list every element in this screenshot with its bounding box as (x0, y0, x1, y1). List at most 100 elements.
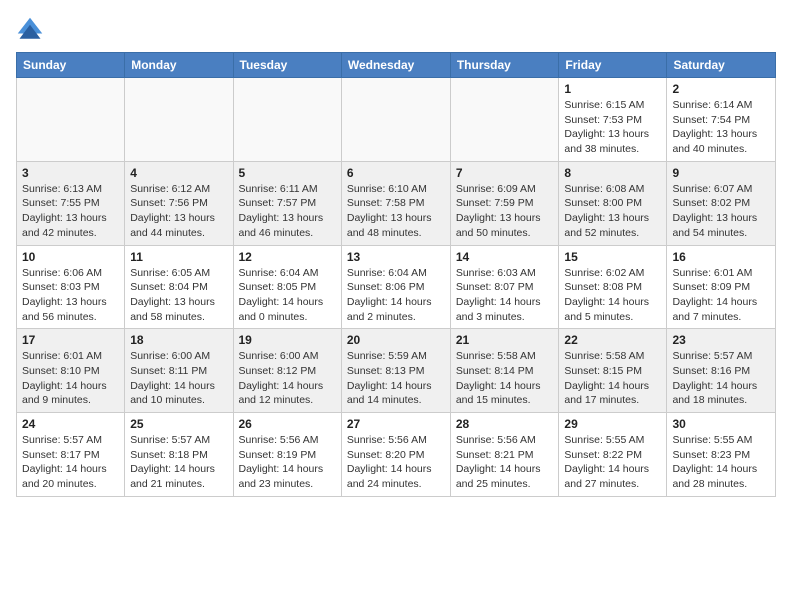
calendar-cell: 13 Sunrise: 6:04 AM Sunset: 8:06 PM Dayli… (341, 245, 450, 329)
day-info: Sunrise: 6:04 AM Sunset: 8:05 PM Dayligh… (239, 266, 336, 325)
calendar-week-row: 3 Sunrise: 6:13 AM Sunset: 7:55 PM Daylig… (17, 161, 776, 245)
calendar-cell: 11 Sunrise: 6:05 AM Sunset: 8:04 PM Dayli… (125, 245, 233, 329)
day-number: 23 (672, 333, 770, 347)
day-info: Sunrise: 5:57 AM Sunset: 8:17 PM Dayligh… (22, 433, 119, 492)
calendar-cell: 3 Sunrise: 6:13 AM Sunset: 7:55 PM Daylig… (17, 161, 125, 245)
calendar-cell: 16 Sunrise: 6:01 AM Sunset: 8:09 PM Dayli… (667, 245, 776, 329)
calendar-cell: 4Sunrise: 6:12 AM Sunset: 7:56 PM Daylig… (125, 161, 233, 245)
day-number: 24 (22, 417, 119, 431)
calendar-header-saturday: Saturday (667, 53, 776, 78)
calendar-cell: 5 Sunrise: 6:11 AM Sunset: 7:57 PM Daylig… (233, 161, 341, 245)
day-number: 19 (239, 333, 336, 347)
calendar-header-row: SundayMondayTuesdayWednesdayThursdayFrid… (17, 53, 776, 78)
day-info: Sunrise: 6:03 AM Sunset: 8:07 PM Dayligh… (456, 266, 554, 325)
day-number: 9 (672, 166, 770, 180)
day-number: 17 (22, 333, 119, 347)
calendar-week-row: 1 Sunrise: 6:15 AM Sunset: 7:53 PM Daylig… (17, 78, 776, 162)
calendar-cell: 6 Sunrise: 6:10 AM Sunset: 7:58 PM Daylig… (341, 161, 450, 245)
calendar-cell: 17Sunrise: 6:01 AM Sunset: 8:10 PM Dayli… (17, 329, 125, 413)
calendar-cell: 30Sunrise: 5:55 AM Sunset: 8:23 PM Dayli… (667, 413, 776, 497)
day-number: 1 (564, 82, 661, 96)
day-number: 27 (347, 417, 445, 431)
calendar-cell: 14Sunrise: 6:03 AM Sunset: 8:07 PM Dayli… (450, 245, 559, 329)
calendar-cell: 8 Sunrise: 6:08 AM Sunset: 8:00 PM Daylig… (559, 161, 667, 245)
day-number: 13 (347, 250, 445, 264)
calendar-week-row: 17Sunrise: 6:01 AM Sunset: 8:10 PM Dayli… (17, 329, 776, 413)
calendar-cell: 15 Sunrise: 6:02 AM Sunset: 8:08 PM Dayli… (559, 245, 667, 329)
calendar-cell: 23 Sunrise: 5:57 AM Sunset: 8:16 PM Dayli… (667, 329, 776, 413)
day-info: Sunrise: 6:10 AM Sunset: 7:58 PM Dayligh… (347, 182, 445, 241)
calendar-cell: 19 Sunrise: 6:00 AM Sunset: 8:12 PM Dayli… (233, 329, 341, 413)
calendar-cell: 21Sunrise: 5:58 AM Sunset: 8:14 PM Dayli… (450, 329, 559, 413)
day-number: 16 (672, 250, 770, 264)
calendar-cell: 29 Sunrise: 5:55 AM Sunset: 8:22 PM Dayli… (559, 413, 667, 497)
calendar-header-sunday: Sunday (17, 53, 125, 78)
day-info: Sunrise: 5:55 AM Sunset: 8:22 PM Dayligh… (564, 433, 661, 492)
day-number: 6 (347, 166, 445, 180)
day-info: Sunrise: 6:07 AM Sunset: 8:02 PM Dayligh… (672, 182, 770, 241)
calendar-cell: 12 Sunrise: 6:04 AM Sunset: 8:05 PM Dayli… (233, 245, 341, 329)
day-number: 3 (22, 166, 119, 180)
calendar-header-thursday: Thursday (450, 53, 559, 78)
day-info: Sunrise: 5:56 AM Sunset: 8:19 PM Dayligh… (239, 433, 336, 492)
calendar-cell: 20 Sunrise: 5:59 AM Sunset: 8:13 PM Dayli… (341, 329, 450, 413)
day-number: 20 (347, 333, 445, 347)
day-info: Sunrise: 6:13 AM Sunset: 7:55 PM Dayligh… (22, 182, 119, 241)
calendar-cell (233, 78, 341, 162)
day-info: Sunrise: 5:58 AM Sunset: 8:15 PM Dayligh… (564, 349, 661, 408)
calendar-cell: 26Sunrise: 5:56 AM Sunset: 8:19 PM Dayli… (233, 413, 341, 497)
day-info: Sunrise: 5:57 AM Sunset: 8:18 PM Dayligh… (130, 433, 227, 492)
day-number: 10 (22, 250, 119, 264)
day-info: Sunrise: 6:04 AM Sunset: 8:06 PM Dayligh… (347, 266, 445, 325)
calendar-week-row: 10 Sunrise: 6:06 AM Sunset: 8:03 PM Dayli… (17, 245, 776, 329)
day-info: Sunrise: 6:08 AM Sunset: 8:00 PM Dayligh… (564, 182, 661, 241)
calendar-cell: 9 Sunrise: 6:07 AM Sunset: 8:02 PM Daylig… (667, 161, 776, 245)
calendar-cell (17, 78, 125, 162)
calendar-header-wednesday: Wednesday (341, 53, 450, 78)
day-number: 21 (456, 333, 554, 347)
calendar-cell (341, 78, 450, 162)
calendar: SundayMondayTuesdayWednesdayThursdayFrid… (16, 52, 776, 497)
calendar-header-tuesday: Tuesday (233, 53, 341, 78)
day-info: Sunrise: 6:02 AM Sunset: 8:08 PM Dayligh… (564, 266, 661, 325)
day-number: 29 (564, 417, 661, 431)
calendar-cell: 27 Sunrise: 5:56 AM Sunset: 8:20 PM Dayli… (341, 413, 450, 497)
calendar-header-monday: Monday (125, 53, 233, 78)
day-info: Sunrise: 5:56 AM Sunset: 8:20 PM Dayligh… (347, 433, 445, 492)
day-info: Sunrise: 5:56 AM Sunset: 8:21 PM Dayligh… (456, 433, 554, 492)
day-info: Sunrise: 6:00 AM Sunset: 8:11 PM Dayligh… (130, 349, 227, 408)
calendar-cell: 25Sunrise: 5:57 AM Sunset: 8:18 PM Dayli… (125, 413, 233, 497)
calendar-week-row: 24 Sunrise: 5:57 AM Sunset: 8:17 PM Dayli… (17, 413, 776, 497)
day-number: 15 (564, 250, 661, 264)
day-number: 22 (564, 333, 661, 347)
calendar-header-friday: Friday (559, 53, 667, 78)
calendar-cell: 2Sunrise: 6:14 AM Sunset: 7:54 PM Daylig… (667, 78, 776, 162)
day-info: Sunrise: 6:06 AM Sunset: 8:03 PM Dayligh… (22, 266, 119, 325)
day-info: Sunrise: 5:59 AM Sunset: 8:13 PM Dayligh… (347, 349, 445, 408)
calendar-cell (125, 78, 233, 162)
calendar-cell: 24 Sunrise: 5:57 AM Sunset: 8:17 PM Dayli… (17, 413, 125, 497)
page-header (16, 16, 776, 44)
day-info: Sunrise: 5:55 AM Sunset: 8:23 PM Dayligh… (672, 433, 770, 492)
calendar-cell: 18 Sunrise: 6:00 AM Sunset: 8:11 PM Dayli… (125, 329, 233, 413)
day-number: 8 (564, 166, 661, 180)
day-info: Sunrise: 5:57 AM Sunset: 8:16 PM Dayligh… (672, 349, 770, 408)
calendar-cell: 1 Sunrise: 6:15 AM Sunset: 7:53 PM Daylig… (559, 78, 667, 162)
day-info: Sunrise: 6:05 AM Sunset: 8:04 PM Dayligh… (130, 266, 227, 325)
day-number: 7 (456, 166, 554, 180)
day-number: 2 (672, 82, 770, 96)
day-info: Sunrise: 6:00 AM Sunset: 8:12 PM Dayligh… (239, 349, 336, 408)
calendar-cell: 22 Sunrise: 5:58 AM Sunset: 8:15 PM Dayli… (559, 329, 667, 413)
calendar-cell: 28 Sunrise: 5:56 AM Sunset: 8:21 PM Dayli… (450, 413, 559, 497)
day-info: Sunrise: 6:01 AM Sunset: 8:09 PM Dayligh… (672, 266, 770, 325)
day-number: 5 (239, 166, 336, 180)
day-info: Sunrise: 6:11 AM Sunset: 7:57 PM Dayligh… (239, 182, 336, 241)
day-info: Sunrise: 6:15 AM Sunset: 7:53 PM Dayligh… (564, 98, 661, 157)
logo-icon (16, 16, 44, 44)
day-number: 11 (130, 250, 227, 264)
day-number: 12 (239, 250, 336, 264)
calendar-cell: 7Sunrise: 6:09 AM Sunset: 7:59 PM Daylig… (450, 161, 559, 245)
day-number: 28 (456, 417, 554, 431)
day-number: 18 (130, 333, 227, 347)
logo (16, 16, 48, 44)
